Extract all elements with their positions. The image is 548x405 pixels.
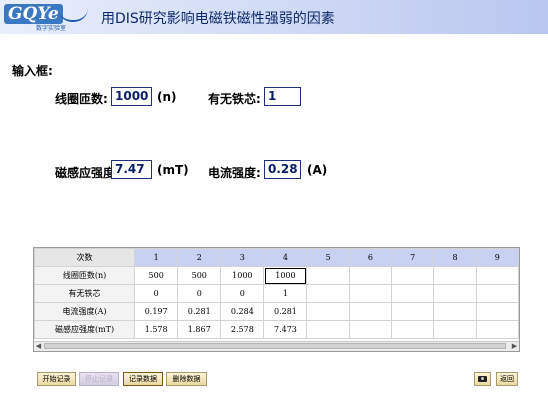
table-cell[interactable]: 7.473 (263, 320, 308, 339)
current-label: 电流强度: (208, 166, 261, 180)
table-cell[interactable] (391, 284, 435, 303)
camera-lens-icon (481, 377, 484, 380)
camera-button[interactable] (474, 372, 491, 386)
table-cell[interactable] (391, 320, 435, 339)
table-cell[interactable] (348, 266, 393, 285)
table-row: 磁感应强度(mT) 1.578 1.867 2.578 7.473 (34, 320, 519, 339)
table-cell[interactable] (475, 320, 519, 339)
table-row: 电流强度(A) 0.197 0.281 0.284 0.281 (34, 302, 519, 321)
magnetic-field-input[interactable]: 7.47 (111, 160, 152, 179)
column-header: 5 (306, 248, 350, 267)
data-grid[interactable]: 次数 1 2 3 4 5 6 7 8 9 线圈匝数(n) 500 500 100… (33, 247, 520, 352)
table-cell-selected[interactable]: 1000 (263, 266, 308, 285)
row-header: 线圈匝数(n) (34, 266, 136, 285)
table-cell[interactable]: 1 (263, 284, 308, 303)
coil-turns-unit: (n) (157, 90, 177, 104)
delete-data-button[interactable]: 删除数据 (166, 372, 207, 386)
column-header: 2 (177, 248, 222, 267)
table-row: 有无铁芯 0 0 0 1 (34, 284, 519, 303)
magnetic-field-unit: (mT) (157, 163, 189, 177)
table-cell[interactable] (306, 302, 350, 321)
iron-core-input[interactable]: 1 (264, 87, 301, 106)
column-header: 6 (348, 248, 393, 267)
table-cell[interactable]: 1.867 (177, 320, 222, 339)
table-cell[interactable]: 0.281 (263, 302, 308, 321)
input-section-label: 输入框: (12, 64, 53, 78)
table-cell[interactable] (391, 302, 435, 321)
column-header: 4 (263, 248, 308, 267)
back-button[interactable]: 返回 (496, 372, 518, 386)
row-header: 有无铁芯 (34, 284, 136, 303)
table-cell[interactable]: 0 (220, 284, 265, 303)
column-header: 8 (433, 248, 477, 267)
table-header-row: 次数 1 2 3 4 5 6 7 8 9 (34, 248, 519, 267)
page-title: 用DIS研究影响电磁铁磁性强弱的因素 (101, 11, 335, 27)
table-cell[interactable]: 0.197 (134, 302, 179, 321)
scroll-thumb[interactable] (44, 343, 506, 349)
row-header: 电流强度(A) (34, 302, 136, 321)
title-bar: GQYe 数字实验室 用DIS研究影响电磁铁磁性强弱的因素 (0, 0, 548, 34)
scroll-left-arrow-icon[interactable]: ◀ (34, 342, 43, 351)
table-cell[interactable] (348, 320, 393, 339)
current-input[interactable]: 0.28 (264, 160, 301, 179)
row-header: 磁感应强度(mT) (34, 320, 136, 339)
column-header: 3 (220, 248, 265, 267)
table-cell[interactable]: 0.281 (177, 302, 222, 321)
coil-turns-label: 线圈匝数: (55, 92, 108, 106)
record-data-button[interactable]: 记录数据 (123, 372, 163, 386)
table-cell[interactable] (306, 320, 350, 339)
table-cell[interactable]: 1000 (220, 266, 265, 285)
current-unit: (A) (307, 163, 328, 177)
table-cell[interactable] (348, 302, 393, 321)
header-corner-cell: 次数 (34, 248, 136, 267)
stop-record-button[interactable]: 停止记录 (79, 372, 119, 386)
table-cell[interactable]: 0 (134, 284, 179, 303)
table-cell[interactable] (391, 266, 435, 285)
table-cell[interactable] (475, 266, 519, 285)
table-cell[interactable]: 0 (177, 284, 222, 303)
table-cell[interactable]: 500 (134, 266, 179, 285)
table-cell[interactable]: 500 (177, 266, 222, 285)
table-cell[interactable] (433, 320, 477, 339)
table-cell[interactable] (433, 302, 477, 321)
horizontal-scrollbar[interactable]: ◀ ▶ (34, 341, 519, 351)
table-cell[interactable]: 2.578 (220, 320, 265, 339)
logo-subtitle: 数字实验室 (36, 25, 67, 32)
column-header: 7 (391, 248, 435, 267)
table-cell[interactable]: 1.578 (134, 320, 179, 339)
logo-text: GQYe (4, 4, 63, 24)
column-header: 1 (134, 248, 179, 267)
table-cell[interactable] (475, 302, 519, 321)
gqy-logo: GQYe 数字实验室 (4, 4, 92, 32)
start-record-button[interactable]: 开始记录 (37, 372, 76, 386)
data-table: 次数 1 2 3 4 5 6 7 8 9 线圈匝数(n) 500 500 100… (34, 248, 519, 339)
table-cell[interactable] (433, 284, 477, 303)
iron-core-label: 有无铁芯: (208, 92, 261, 106)
table-cell[interactable] (475, 284, 519, 303)
table-cell[interactable] (433, 266, 477, 285)
table-cell[interactable]: 0.284 (220, 302, 265, 321)
column-header: 9 (475, 248, 519, 267)
coil-turns-input[interactable]: 1000 (111, 87, 152, 106)
table-cell[interactable] (306, 266, 350, 285)
table-cell[interactable] (306, 284, 350, 303)
table-cell[interactable] (348, 284, 393, 303)
table-row: 线圈匝数(n) 500 500 1000 1000 (34, 266, 519, 285)
scroll-right-arrow-icon[interactable]: ▶ (510, 342, 519, 351)
